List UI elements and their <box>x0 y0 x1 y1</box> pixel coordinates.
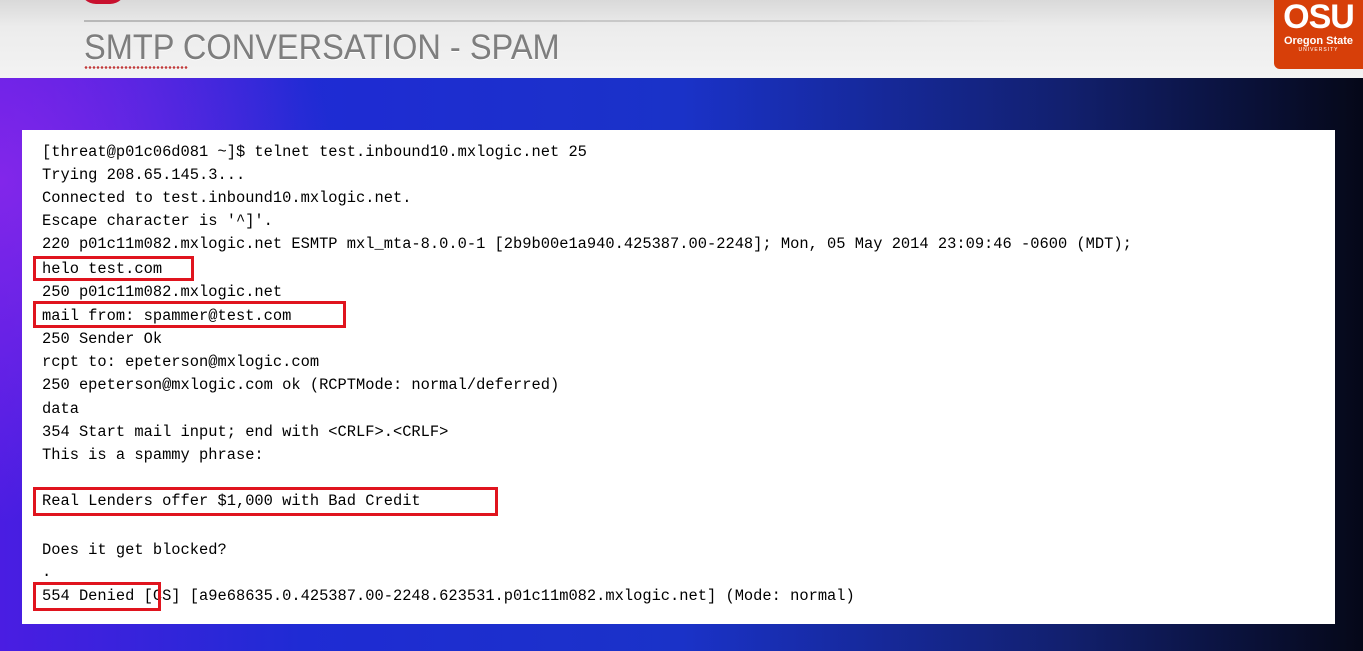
terminal-line: Escape character is '^]'. <box>42 212 273 230</box>
terminal-line: 354 Start mail input; end with <CRLF>.<C… <box>42 423 449 441</box>
highlight-mail-from <box>33 301 346 328</box>
terminal-line: data <box>42 400 79 418</box>
highlight-helo <box>33 256 194 281</box>
terminal-line: This is a spammy phrase: <box>42 446 264 464</box>
osu-logo-mark: OSU <box>1283 0 1355 36</box>
slide-title: SMTP CONVERSATION - SPAM <box>84 28 560 67</box>
header-rule <box>84 20 1022 22</box>
terminal-line: Does it get blocked? <box>42 541 227 559</box>
terminal-line: 250 epeterson@mxlogic.com ok (RCPTMode: … <box>42 376 560 394</box>
terminal-line: Trying 208.65.145.3... <box>42 166 246 184</box>
osu-logo-sub: UNIVERSITY <box>1298 47 1339 53</box>
highlight-spam-phrase <box>33 487 498 516</box>
terminal-line: Connected to test.inbound10.mxlogic.net. <box>42 189 412 207</box>
spellcheck-underline <box>84 66 188 69</box>
top-logo-fragment <box>80 0 126 4</box>
terminal-line: 250 Sender Ok <box>42 330 163 348</box>
terminal-line: 554 Denied [CS] [a9e68635.0.425387.00-22… <box>42 587 855 605</box>
terminal-screenshot: [threat@p01c06d081 ~]$ telnet test.inbou… <box>22 130 1335 624</box>
highlight-denied <box>33 582 161 611</box>
terminal-line: [threat@p01c06d081 ~]$ telnet test.inbou… <box>42 143 587 161</box>
terminal-line: rcpt to: epeterson@mxlogic.com <box>42 353 320 371</box>
osu-logo-name: Oregon State <box>1283 35 1354 47</box>
slide-header: SMTP CONVERSATION - SPAM OSU Oregon Stat… <box>0 0 1363 78</box>
terminal-line: . <box>42 563 52 581</box>
osu-logo: OSU Oregon State UNIVERSITY <box>1274 0 1363 69</box>
terminal-line: 220 p01c11m082.mxlogic.net ESMTP mxl_mta… <box>42 235 1132 253</box>
